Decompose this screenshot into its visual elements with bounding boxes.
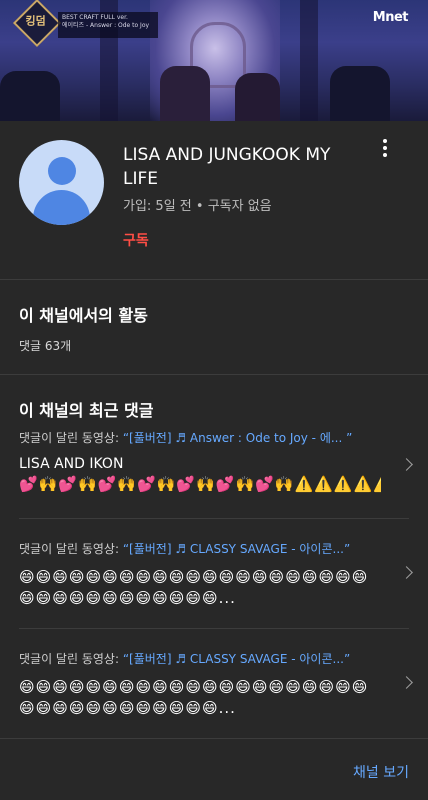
recent-comments-title: 이 채널의 최근 댓글 bbox=[19, 401, 154, 420]
banner-figure bbox=[0, 71, 60, 121]
banner-pillar bbox=[300, 0, 318, 121]
comment-emoji-line: 💕🙌💕🙌💕🙌💕🙌💕🙌💕🙌💕🙌⚠️⚠️⚠️⚠️⚠️... bbox=[19, 475, 381, 493]
commented-video-link[interactable]: “[풀버전] ♬ Answer : Ode to Joy - 에... ” bbox=[123, 431, 353, 445]
commented-video-line: 댓글이 달린 동영상: “[풀버전] ♬ CLASSY SAVAGE - 아이콘… bbox=[19, 541, 389, 557]
comment-emoji-line: 😄😄😄😄😄😄😄😄😄😄😄😄😄😄😄😄😄😄😄😄😄😄😄😄😄😄😄😄😄😄😄😄😄... bbox=[19, 678, 369, 717]
channel-banner: 킹덤 BEST CRAFT FULL ver. 에이티즈 - Answer : … bbox=[0, 0, 428, 121]
banner-caption: BEST CRAFT FULL ver. 에이티즈 - Answer : Ode… bbox=[58, 12, 158, 38]
banner-figure bbox=[235, 73, 280, 121]
banner-figure bbox=[160, 66, 210, 121]
commented-video-label: 댓글이 달린 동영상: bbox=[19, 542, 123, 556]
comment-emoji-line: 😄😄😄😄😄😄😄😄😄😄😄😄😄😄😄😄😄😄😄😄😄😄😄😄😄😄😄😄😄😄😄😄😄... bbox=[19, 568, 369, 607]
chevron-right-icon[interactable] bbox=[400, 566, 413, 579]
channel-avatar[interactable] bbox=[19, 140, 104, 225]
comment-item[interactable]: 댓글이 달린 동영상: “[풀버전] ♬ CLASSY SAVAGE - 아이콘… bbox=[19, 651, 413, 719]
comment-item[interactable]: 댓글이 달린 동영상: “[풀버전] ♬ Answer : Ode to Joy… bbox=[19, 430, 413, 495]
commented-video-line: 댓글이 달린 동영상: “[풀버전] ♬ CLASSY SAVAGE - 아이콘… bbox=[19, 651, 389, 667]
channel-name: LISA AND JUNGKOOK MY LIFE bbox=[123, 145, 331, 189]
commented-video-label: 댓글이 달린 동영상: bbox=[19, 431, 123, 445]
channel-meta: 가입: 5일 전 • 구독자 없음 bbox=[123, 199, 272, 214]
section-divider bbox=[0, 279, 428, 280]
comment-item[interactable]: 댓글이 달린 동영상: “[풀버전] ♬ CLASSY SAVAGE - 아이콘… bbox=[19, 541, 413, 609]
chevron-right-icon[interactable] bbox=[400, 676, 413, 689]
kingdom-logo: 킹덤 bbox=[12, 0, 62, 48]
comment-divider bbox=[19, 628, 409, 629]
more-options-icon[interactable] bbox=[374, 136, 396, 160]
commented-video-line: 댓글이 달린 동영상: “[풀버전] ♬ Answer : Ode to Joy… bbox=[19, 430, 389, 446]
subscribe-button[interactable]: 구독 bbox=[123, 230, 149, 250]
commented-video-link[interactable]: “[풀버전] ♬ CLASSY SAVAGE - 아이콘...” bbox=[123, 542, 350, 556]
banner-caption-line: 에이티즈 - Answer : Ode to Joy bbox=[62, 22, 150, 29]
view-channel-button[interactable]: 채널 보기 bbox=[353, 762, 409, 782]
comment-divider bbox=[19, 518, 409, 519]
avatar-body-shape bbox=[33, 190, 90, 225]
comment-count: 댓글 63개 bbox=[19, 339, 72, 353]
mnet-logo: Mnet bbox=[372, 10, 409, 25]
banner-figure bbox=[330, 66, 390, 121]
banner-caption-line: BEST CRAFT FULL ver. bbox=[62, 14, 128, 21]
avatar-head-shape bbox=[48, 157, 76, 185]
comment-text: LISA AND IKON bbox=[19, 456, 124, 472]
chevron-right-icon[interactable] bbox=[400, 458, 413, 471]
activity-title: 이 채널에서의 활동 bbox=[19, 306, 148, 325]
kingdom-logo-text: 킹덤 bbox=[25, 14, 46, 28]
commented-video-link[interactable]: “[풀버전] ♬ CLASSY SAVAGE - 아이콘...” bbox=[123, 652, 350, 666]
section-divider bbox=[0, 374, 428, 375]
section-divider bbox=[0, 738, 428, 739]
commented-video-label: 댓글이 달린 동영상: bbox=[19, 652, 123, 666]
